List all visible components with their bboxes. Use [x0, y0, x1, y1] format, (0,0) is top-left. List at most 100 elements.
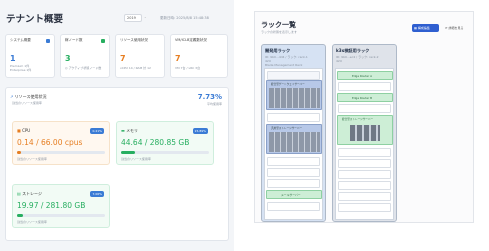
rack-slot [338, 159, 391, 168]
rack-slot [338, 170, 391, 179]
rack-slot [267, 113, 320, 122]
rack-card-dev[interactable]: 開発用ラック ID: 9b0...dd4 / ラック: rack-1 42U B… [261, 44, 326, 222]
card-value: 7 [120, 54, 126, 63]
memory-label: ▬ メモリ [121, 128, 138, 134]
edit-config-label: 構成編集 [417, 26, 430, 30]
card-sub: ◎ アクティブ状態ノード数 [65, 66, 102, 70]
rack-id: ID: 9b0...ec4 / ラック: rack-2 [336, 55, 379, 59]
storage-badge: 7.06% [90, 191, 104, 197]
card-sub: Premium 1件 Enterprise 1件 [10, 64, 32, 72]
rack-slot [267, 202, 320, 211]
rack-title: 開発用ラック [265, 48, 291, 53]
cpu-bar-fill [17, 151, 21, 154]
memory-card[interactable]: ▬ メモリ 15.89% 44.64 / 280.85 GB 割当のリソース使用… [116, 121, 214, 165]
card-value: 3 [65, 54, 71, 63]
device-label: Edge Router B [352, 96, 373, 100]
usage-subtitle: 割当のリソース使用率 [12, 101, 42, 105]
device-label: 統合型ストレージサーバー [342, 118, 374, 121]
memory-bar [121, 151, 209, 154]
usage-title-text: リソース使用状況 [14, 94, 47, 99]
rack-slot [267, 71, 320, 80]
rack-slot [267, 179, 320, 188]
card-resource[interactable]: リソース使用状況 7 vCPU 14 / RAM 計 12 [115, 34, 165, 78]
card-value: 7 [175, 54, 181, 63]
rack-slot [338, 82, 391, 91]
storage-value: 19.97 / 281.80 GB [17, 201, 86, 210]
card-sub: VM 7台 / vRC 3台 [175, 66, 201, 70]
rack-slot [338, 192, 391, 201]
tenant-overview-panel: テナント概要 2019 ⌄ 更新日時: 2025/8/8 15:48:38 シス… [0, 0, 234, 251]
router-a-device[interactable]: Edge Router A [337, 71, 393, 80]
memory-note: 割当のリソース使用率 [121, 157, 151, 161]
cpu-label-text: CPU [22, 128, 31, 133]
memory-icon: ▬ [121, 128, 125, 133]
rack-slots: 統合型ゲートウェイサーバー 汎用型ストレージサーバー メールサーバー [264, 68, 323, 220]
card-system[interactable]: システム概要 1 Premium 1件 Enterprise 1件 [5, 34, 55, 78]
usage-percent: 7.73% [197, 93, 222, 101]
rack-size: 42U [336, 59, 343, 63]
device-label: メールサーバー [281, 193, 301, 197]
cpu-icon: ■ [17, 128, 21, 133]
page-title: テナント概要 [6, 14, 64, 25]
card-nodes[interactable]: 稼ノード数 3 ◎ アクティブ状態ノード数 [60, 34, 110, 78]
cpu-label: ■ CPU [17, 128, 30, 133]
storage-label: ▤ ストレージ [17, 191, 42, 197]
cpu-badge: 0.21% [90, 128, 104, 134]
grid-icon: ▦ [414, 26, 417, 30]
card-vm[interactable]: VM/ICLB定義数状況 7 VM 7台 / vRC 3台 [170, 34, 228, 78]
year-select[interactable]: 2019 [124, 14, 142, 22]
cpu-bar [17, 151, 105, 154]
storage-device[interactable]: 汎用型ストレージサーバー [266, 124, 322, 154]
rack-slot [338, 148, 391, 157]
cpu-card[interactable]: ■ CPU 0.21% 0.14 / 66.00 cpus 割当のリソース使用率 [12, 121, 110, 165]
storage-card[interactable]: ▤ ストレージ 7.06% 19.97 / 281.80 GB 割当のリソース使… [12, 184, 110, 228]
node-icon [101, 39, 105, 43]
details-button[interactable]: ⟳ 詳細を見る [443, 24, 471, 32]
card-sub: vCPU 14 / RAM 計 12 [120, 66, 151, 70]
server-disks-icon [350, 125, 380, 141]
rack-list-panel: ラック一覧 ラックの状態を表示します ▦ 構成編集 ⟳ 詳細を見る 開発用ラック… [254, 11, 474, 223]
storage-server-device[interactable]: 統合型ストレージサーバー [337, 115, 393, 145]
rack-list-subtitle: ラックの状態を表示します [261, 30, 298, 34]
cpu-note: 割当のリソース使用率 [17, 157, 47, 161]
router-b-device[interactable]: Edge Router B [337, 93, 393, 102]
usage-percent-sub: 平均使用率 [206, 102, 222, 106]
storage-note: 割当のリソース使用率 [17, 220, 47, 224]
rack-slots: Edge Router A Edge Router B 統合型ストレージサーバー [335, 68, 394, 220]
rack-slot [338, 181, 391, 190]
mail-server-device[interactable]: メールサーバー [266, 190, 322, 199]
server-device[interactable]: 統合型ゲートウェイサーバー [266, 80, 322, 110]
rack-slot [338, 104, 391, 113]
rack-slot [267, 157, 320, 166]
storage-disks-icon [269, 132, 320, 152]
rack-card-k3s[interactable]: k3s検証用ラック ID: 9b0...ec4 / ラック: rack-2 42… [332, 44, 397, 222]
device-label: Edge Router A [352, 74, 372, 78]
storage-icon: ▤ [17, 191, 21, 196]
memory-label-text: メモリ [126, 128, 139, 133]
card-label: リソース使用状況 [120, 38, 148, 42]
device-label: 汎用型ストレージサーバー [271, 127, 303, 130]
details-label: 詳細を見る [448, 26, 464, 30]
chevron-down-icon[interactable]: ⌄ [144, 15, 147, 19]
info-icon [46, 39, 50, 43]
rack-desc: Blade Management Rack [265, 63, 303, 67]
card-value: 1 [10, 54, 16, 63]
memory-badge: 15.89% [192, 128, 208, 134]
rack-id: ID: 9b0...dd4 / ラック: rack-1 [265, 55, 308, 59]
cpu-value: 0.14 / 66.00 cpus [17, 138, 83, 147]
device-label: 統合型ゲートウェイサーバー [271, 83, 305, 86]
storage-bar [17, 214, 105, 217]
storage-label-text: ストレージ [22, 191, 42, 196]
edit-config-button[interactable]: ▦ 構成編集 [412, 24, 439, 32]
usage-title: ↗ リソース使用状況 [10, 94, 46, 100]
rack-slot [267, 168, 320, 177]
updated-timestamp: 更新日時: 2025/8/8 15:48:38 [160, 16, 209, 20]
memory-value: 44.64 / 280.85 GB [121, 138, 190, 147]
rack-title: k3s検証用ラック [336, 48, 370, 53]
rack-slot [338, 203, 391, 212]
storage-bar-fill [17, 214, 24, 217]
card-label: VM/ICLB定義数状況 [175, 38, 207, 42]
card-label: 稼ノード数 [65, 38, 83, 42]
card-label: システム概要 [10, 38, 31, 42]
rack-list-title: ラック一覧 [261, 21, 296, 29]
